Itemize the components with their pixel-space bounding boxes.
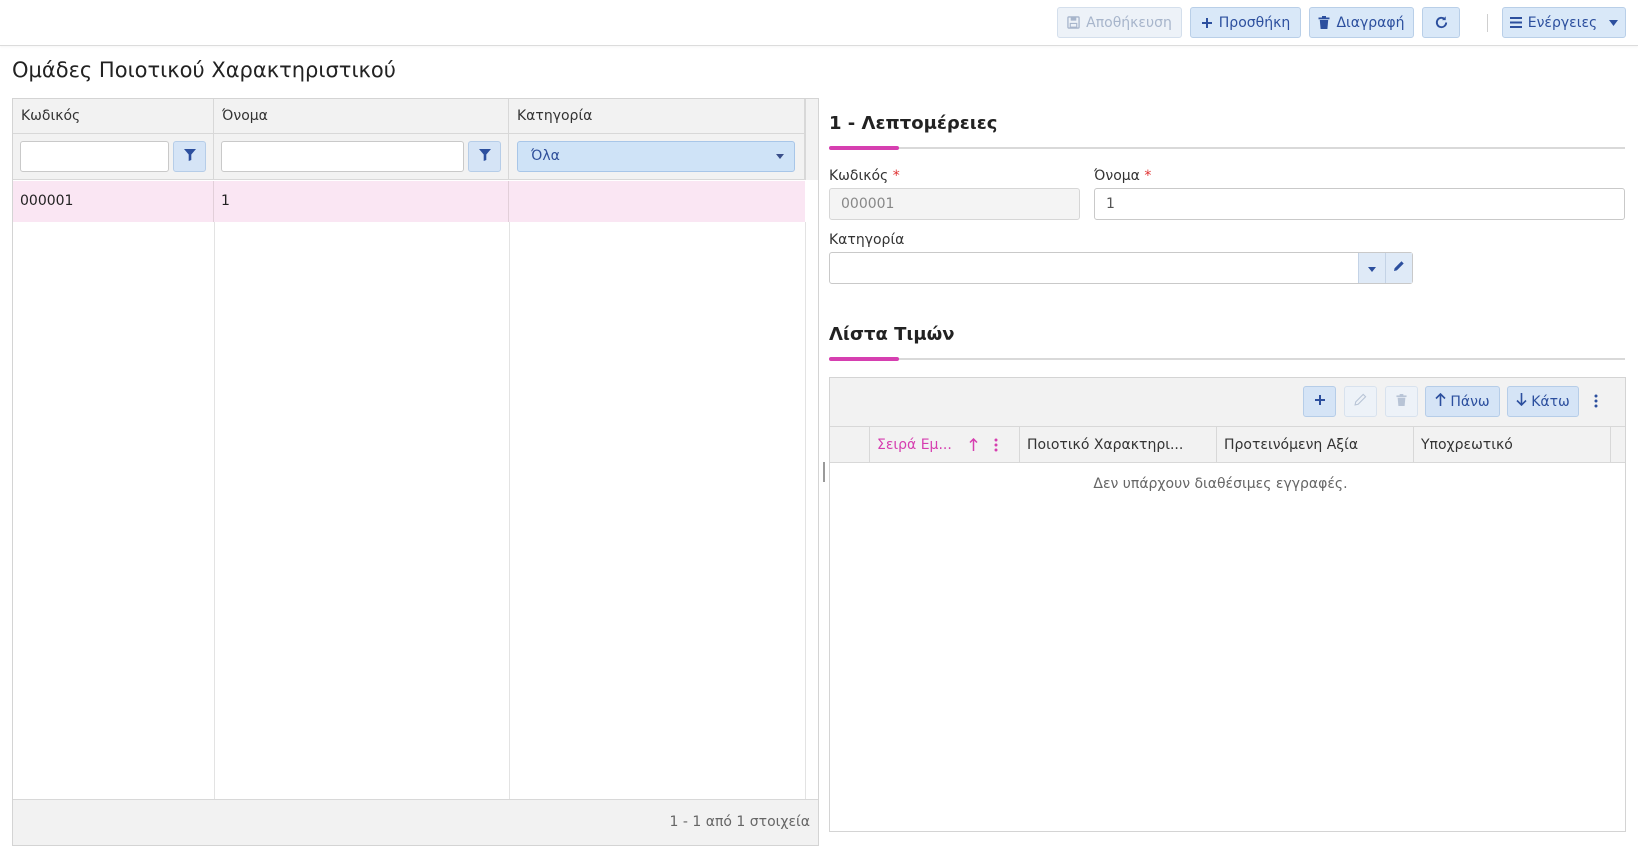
- column-menu-icon[interactable]: [994, 438, 998, 456]
- delete-button[interactable]: Διαγραφή: [1309, 7, 1414, 38]
- details-section-underline: [829, 146, 1625, 150]
- column-divider: [214, 222, 215, 799]
- category-combobox[interactable]: [829, 252, 1413, 284]
- grid-header: Κωδικός Όνομα Κατηγορία: [13, 99, 818, 134]
- save-icon: [1067, 16, 1080, 29]
- category-label: Κατηγορία: [829, 232, 905, 248]
- top-toolbar: Αποθήκευση Προσθήκη Διαγραφή Ενέργειες: [0, 0, 1638, 46]
- move-down-label: Κάτω: [1531, 393, 1570, 410]
- column-header-code[interactable]: Κωδικός: [13, 99, 214, 134]
- move-up-label: Πάνω: [1450, 393, 1490, 410]
- edit-value-button[interactable]: [1344, 386, 1377, 417]
- plus-icon: [1314, 394, 1326, 410]
- save-button[interactable]: Αποθήκευση: [1057, 7, 1182, 38]
- name-label-text: Όνομα: [1094, 168, 1140, 184]
- move-up-button[interactable]: Πάνω: [1425, 386, 1500, 417]
- column-header-name[interactable]: Όνομα: [214, 99, 509, 134]
- actions-menu-button[interactable]: Ενέργειες: [1502, 7, 1626, 38]
- pencil-icon: [1393, 253, 1405, 283]
- name-label: Όνομα *: [1094, 168, 1151, 184]
- add-button-label: Προσθήκη: [1218, 14, 1291, 31]
- refresh-button[interactable]: [1422, 7, 1460, 38]
- required-mark: *: [892, 168, 900, 184]
- save-button-label: Αποθήκευση: [1086, 14, 1172, 31]
- arrow-up-icon: [1435, 392, 1446, 410]
- actions-menu-label: Ενέργειες: [1527, 14, 1598, 31]
- move-down-button[interactable]: Κάτω: [1507, 386, 1579, 417]
- row-name-cell: 1: [214, 181, 509, 222]
- code-filter-button[interactable]: [173, 141, 206, 172]
- filter-cell-code: [13, 134, 214, 180]
- drag-handle-column: [830, 427, 870, 463]
- trash-icon: [1396, 393, 1407, 410]
- code-field[interactable]: 000001: [829, 188, 1080, 220]
- caret-down-icon: [1609, 19, 1619, 26]
- name-filter-button[interactable]: [468, 141, 501, 172]
- values-grid-toolbar: Πάνω Κάτω: [830, 378, 1625, 427]
- pager-info: 1 - 1 από 1 στοιχεία: [669, 814, 810, 830]
- filter-cell-category: Όλα: [509, 134, 805, 180]
- pencil-icon: [1354, 393, 1367, 410]
- column-header-suggested-value[interactable]: Προτεινόμενη Αξία: [1217, 427, 1414, 463]
- column-header-required[interactable]: Υποχρεωτικό: [1414, 427, 1611, 463]
- arrow-down-icon: [1516, 393, 1527, 410]
- category-edit-button[interactable]: [1385, 253, 1412, 283]
- add-button[interactable]: Προσθήκη: [1190, 7, 1301, 38]
- add-value-button[interactable]: [1303, 386, 1336, 417]
- filter-cell-name: [214, 134, 509, 180]
- code-label: Κωδικός *: [829, 168, 900, 184]
- grid-scrollbar-header: [805, 99, 818, 180]
- required-mark: *: [1144, 168, 1152, 184]
- details-section-title: 1 - Λεπτομέρειες: [829, 113, 998, 134]
- plus-icon: [1201, 17, 1213, 29]
- code-label-text: Κωδικός: [829, 168, 889, 184]
- category-dropdown-button[interactable]: [1358, 253, 1385, 283]
- values-grid: Πάνω Κάτω Σειρά Εμ... Ποιοτικό Χαρακτηρι…: [829, 377, 1626, 832]
- grid-filter-row: Όλα: [13, 134, 818, 180]
- filter-icon: [478, 148, 491, 165]
- order-column-label: Σειρά Εμ...: [877, 437, 952, 453]
- grid-pager: 1 - 1 από 1 στοιχεία: [13, 799, 818, 845]
- page-title: Ομάδες Ποιοτικού Χαρακτηριστικού: [12, 58, 396, 82]
- column-header-quality[interactable]: Ποιοτικό Χαρακτηρι...: [1020, 427, 1217, 463]
- row-code-cell: 000001: [13, 181, 214, 222]
- refresh-icon: [1434, 15, 1449, 30]
- caret-down-icon: [1368, 253, 1376, 283]
- category-filter-select[interactable]: Όλα: [517, 141, 795, 172]
- delete-button-label: Διαγραφή: [1336, 14, 1405, 31]
- sort-ascending-icon[interactable]: [969, 437, 978, 455]
- category-value: [830, 260, 841, 276]
- splitter-handle[interactable]: [823, 462, 825, 482]
- values-section-underline: [829, 357, 1625, 361]
- more-options-icon[interactable]: [1594, 394, 1598, 412]
- groups-grid: Κωδικός Όνομα Κατηγορία Όλα 000001 1 1 -…: [12, 98, 819, 846]
- values-section-title: Λίστα Τιμών: [829, 324, 955, 345]
- name-filter-input[interactable]: [221, 141, 464, 172]
- filter-icon: [183, 148, 196, 165]
- caret-down-icon: [776, 154, 784, 159]
- toolbar-divider: [1487, 14, 1488, 32]
- column-divider: [805, 222, 806, 799]
- column-divider: [509, 222, 510, 799]
- values-grid-header: Σειρά Εμ... Ποιοτικό Χαρακτηρι... Προτει…: [830, 427, 1625, 463]
- menu-icon: [1509, 17, 1522, 28]
- category-filter-value: Όλα: [531, 148, 560, 164]
- table-row[interactable]: 000001 1: [13, 181, 805, 222]
- empty-records-message: Δεν υπάρχουν διαθέσιμες εγγραφές.: [1093, 476, 1348, 492]
- row-category-cell: [509, 181, 805, 222]
- code-filter-input[interactable]: [20, 141, 169, 172]
- trash-icon: [1318, 16, 1330, 29]
- name-field[interactable]: 1: [1094, 188, 1625, 220]
- column-header-category[interactable]: Κατηγορία: [509, 99, 805, 134]
- delete-value-button[interactable]: [1385, 386, 1418, 417]
